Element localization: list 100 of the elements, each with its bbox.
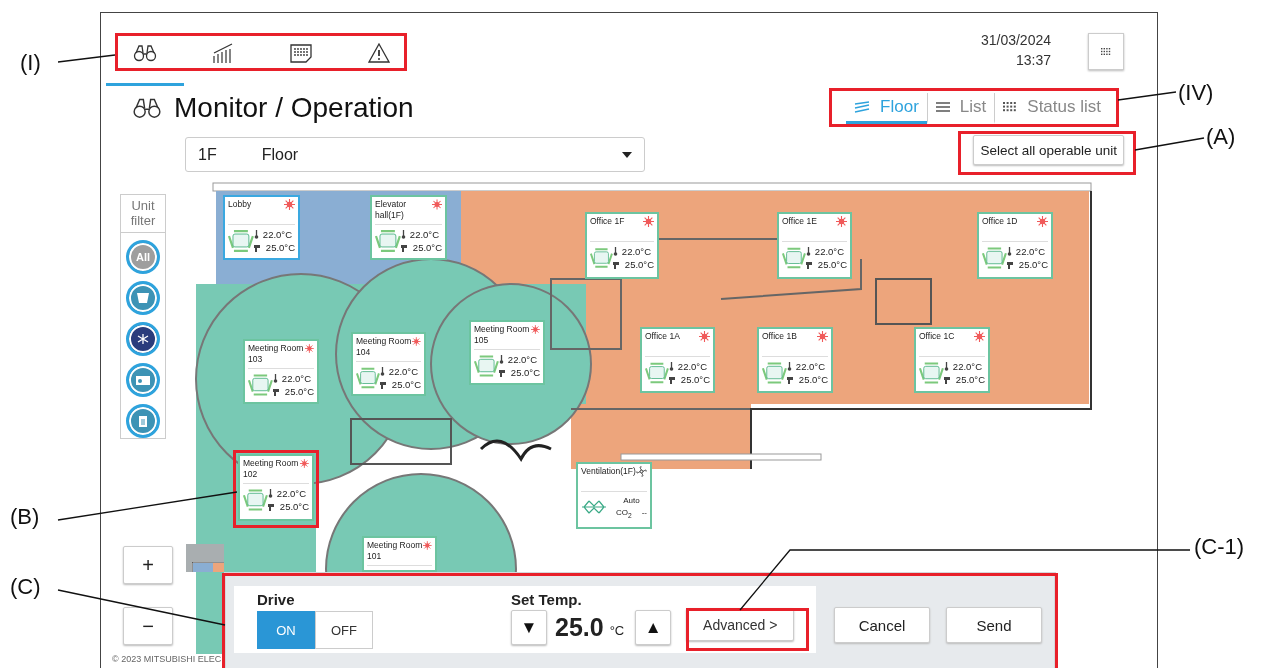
callout-label: (A) [1206,124,1236,150]
room-temperature: 22.0°C [388,366,418,377]
remote-icon [253,243,262,252]
copyright-text: © 2023 MITSUBISHI ELEC [112,654,222,664]
drive-label: Drive [257,591,296,608]
time-text: 13:37 [1015,51,1051,70]
date-text: 31/03/2024 [980,31,1051,50]
thermometer-icon [400,230,406,239]
leader-line [1117,91,1177,101]
set-temperature: 25.0°C [279,501,309,512]
leader-line [57,54,116,63]
page-title: Monitor / Operation [174,92,414,124]
fan-icon [136,333,150,345]
increase-button[interactable]: ▲ [635,610,672,645]
unit-card[interactable]: Meeting Room 105 22.0°C 25.0°C [469,320,545,385]
thermometer-icon [379,367,385,376]
remote-icon [943,375,952,384]
thermometer-icon [498,355,504,364]
decrease-button[interactable]: ▼ [511,610,547,645]
sensor-label: CO$_{2}$ [615,508,632,519]
thermometer-icon [272,374,278,383]
unit-card[interactable]: Meeting Room 103 22.0°C 25.0°C [243,339,319,404]
outdoor-unit-icon [135,374,151,386]
unit-name: Meeting Room 103 [248,343,305,365]
remote-icon [786,375,795,384]
remote-icon [668,375,677,384]
indoor-unit-icon [243,489,268,511]
remote-icon [498,368,507,377]
chart-icon [212,42,234,64]
unit-card[interactable]: Office 1E 22.0°C 25.0°C [777,212,852,279]
document-icon [138,414,148,428]
callout-label: (C) [10,574,41,600]
action-button[interactable]: Send [946,607,1042,643]
thermometer-icon [267,489,273,498]
zoom-out-button[interactable]: − [123,607,173,645]
callout-label: (B) [10,504,40,530]
filter-title: Unit filter [121,195,165,233]
calendar-icon [290,43,312,63]
unit-card[interactable]: Ventilation(1F) Auto CO$_{2}$ -- [576,462,652,529]
caret-icon [622,151,632,158]
callout-label: (C-1) [1194,534,1245,560]
room-temperature: 22.0°C [621,246,651,257]
floor-dropdown[interactable]: 1F Floor [185,137,645,172]
room-temperature: 22.0°C [262,229,292,240]
ventilation-mode: Auto [623,496,640,505]
unit-name: Office 1B [762,331,797,342]
thermometer-icon [1006,247,1012,256]
set-temperature: 25.0°C [412,242,442,253]
unit-name: Ventilation(1F) [581,466,636,477]
unit-name: Meeting Room 104 [356,336,413,358]
remote-icon [267,502,276,511]
fan-icon [636,466,647,477]
room-temperature: 22.0°C [952,361,982,372]
unit-card[interactable]: Office 1B 22.0°C 25.0°C [757,327,833,393]
remote-icon [379,380,388,389]
unit-card[interactable]: Lobby 22.0°C 25.0°C [223,195,300,260]
unit-card[interactable]: Elevator hall(1F) 22.0°C 25.0°C [370,195,447,260]
unit-card[interactable]: Office 1D 22.0°C 25.0°C [977,212,1053,279]
remote-icon [400,243,409,252]
set-temperature: 25.0°C [1018,259,1048,270]
indoor-unit-icon [136,292,150,304]
room-temperature: 22.0°C [795,361,825,372]
unit-card[interactable]: Meeting Room 101 [362,536,437,572]
drive-toggle-option[interactable]: OFF [315,611,373,649]
indoor-unit-icon [228,230,254,252]
unit-name: Office 1E [782,216,817,227]
room-temperature: 22.0°C [677,361,707,372]
unit-card[interactable]: Meeting Room 102 22.0°C 25.0°C [238,454,314,521]
room-temperature: 22.0°C [276,488,306,499]
set-temp-label: Set Temp. [511,591,583,608]
thermometer-icon [612,247,618,256]
remote-icon [805,260,814,269]
select-all-button[interactable]: Select all operable unit [973,135,1124,165]
set-temperature: 25.0°C [265,242,295,253]
sensor-value: -- [641,508,647,519]
zoom-in-button[interactable]: + [123,546,173,584]
set-temperature: 25.0°C [817,259,847,270]
grid-icon [1003,101,1018,112]
set-temperature: 25.0°C [510,367,540,378]
unit-card[interactable]: Office 1C 22.0°C 25.0°C [914,327,990,393]
indoor-unit-icon [982,247,1007,269]
action-button[interactable]: Cancel [834,607,930,643]
indoor-unit-icon [919,362,944,384]
unit-name: Elevator hall(1F) [375,199,408,221]
view-tab[interactable]: List [926,92,995,124]
unit-card[interactable]: Office 1A 22.0°C 25.0°C [640,327,715,393]
binoculars-icon [133,44,157,62]
leader-line [1134,137,1205,151]
set-temp-value: 25.0 [555,613,604,642]
unit-card[interactable]: Meeting Room 104 22.0°C 25.0°C [351,332,426,396]
room-temperature: 22.0°C [409,229,439,240]
unit-card[interactable]: Office 1F 22.0°C 25.0°C [585,212,659,279]
indoor-unit-icon [782,247,806,269]
filter-button[interactable] [126,322,160,356]
view-tab[interactable]: Status list [994,92,1109,124]
set-temperature: 25.0°C [624,259,654,270]
thermometer-icon [805,247,811,256]
set-temperature: 25.0°C [680,374,710,385]
indoor-unit-icon [645,362,669,384]
unit-name: Office 1A [645,331,680,342]
